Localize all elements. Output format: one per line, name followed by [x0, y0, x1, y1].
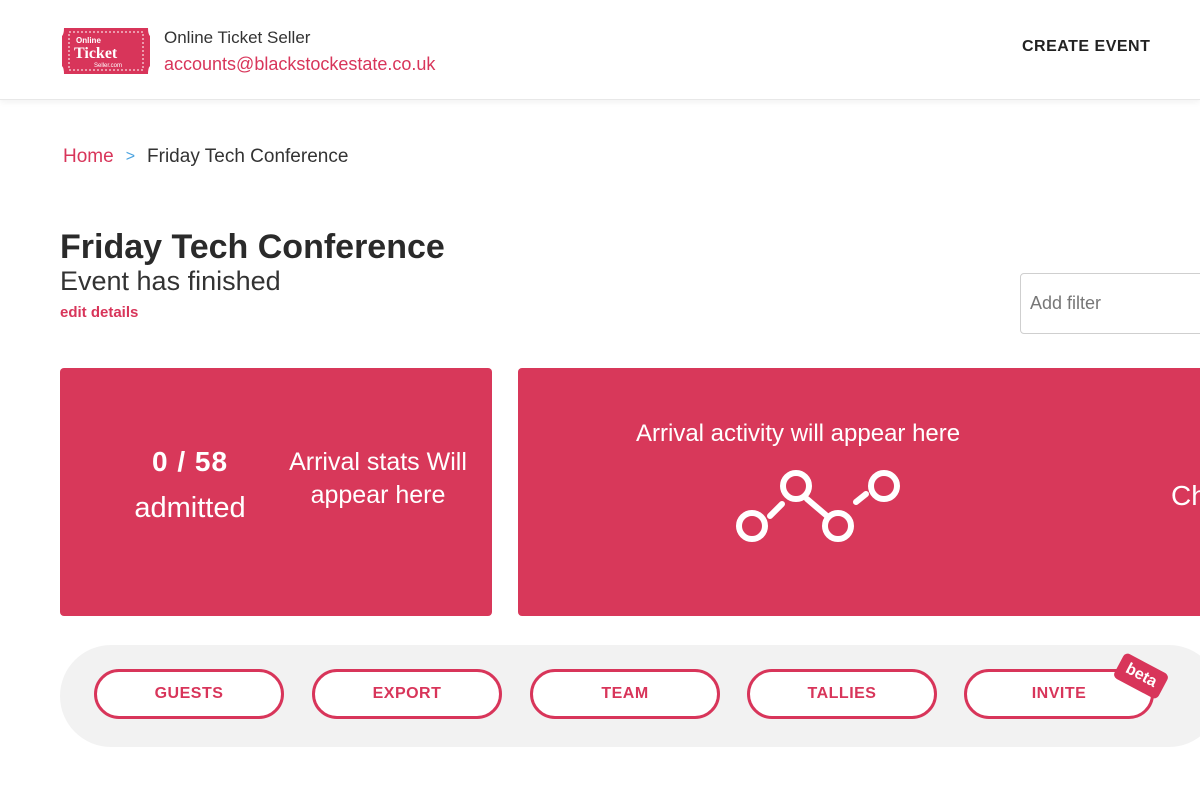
edit-details-link[interactable]: edit details	[60, 304, 138, 321]
page-title: Friday Tech Conference	[60, 228, 445, 266]
line-chart-icon	[736, 470, 900, 542]
guests-button[interactable]: GUESTS	[94, 669, 284, 719]
arrival-stats-card: 0 / 58 admitted Arrival stats Will appea…	[60, 368, 492, 616]
ticket-logo-icon[interactable]: Online Ticket Seller.com	[60, 26, 152, 76]
org-email: accounts@blackstockestate.co.uk	[164, 54, 436, 74]
logo-text-ticket: Ticket	[74, 45, 118, 62]
tallies-button[interactable]: TALLIES	[747, 669, 937, 719]
breadcrumb: Home > Friday Tech Conference	[63, 146, 348, 168]
logo-text-online: Online	[76, 36, 101, 45]
breadcrumb-current: Friday Tech Conference	[147, 146, 349, 167]
team-button[interactable]: TEAM	[530, 669, 720, 719]
top-bar: Online Ticket Seller.com Online Ticket S…	[0, 0, 1200, 100]
arrival-activity-placeholder: Arrival activity will appear here	[636, 420, 961, 447]
add-filter-input[interactable]	[1020, 273, 1200, 334]
arrival-stats-placeholder: Arrival stats Will appear here	[289, 448, 467, 509]
breadcrumb-home-link[interactable]: Home	[63, 146, 114, 168]
arrival-activity-card: Arrival activity will appear here Ch	[518, 368, 1200, 616]
create-event-link[interactable]: CREATE EVENT	[1022, 38, 1150, 56]
logo-text-seller: Seller.com	[94, 63, 122, 69]
cut-off-text: Ch	[1171, 480, 1200, 511]
breadcrumb-separator-icon: >	[125, 148, 136, 165]
event-status: Event has finished	[60, 266, 281, 296]
admitted-count: 0 / 58	[151, 446, 229, 477]
export-button[interactable]: EXPORT	[312, 669, 502, 719]
action-bar: GUESTS EXPORT TEAM TALLIES INVITE	[60, 645, 1200, 747]
admitted-label: admitted	[134, 492, 246, 524]
org-name: Online Ticket Seller	[164, 28, 311, 47]
